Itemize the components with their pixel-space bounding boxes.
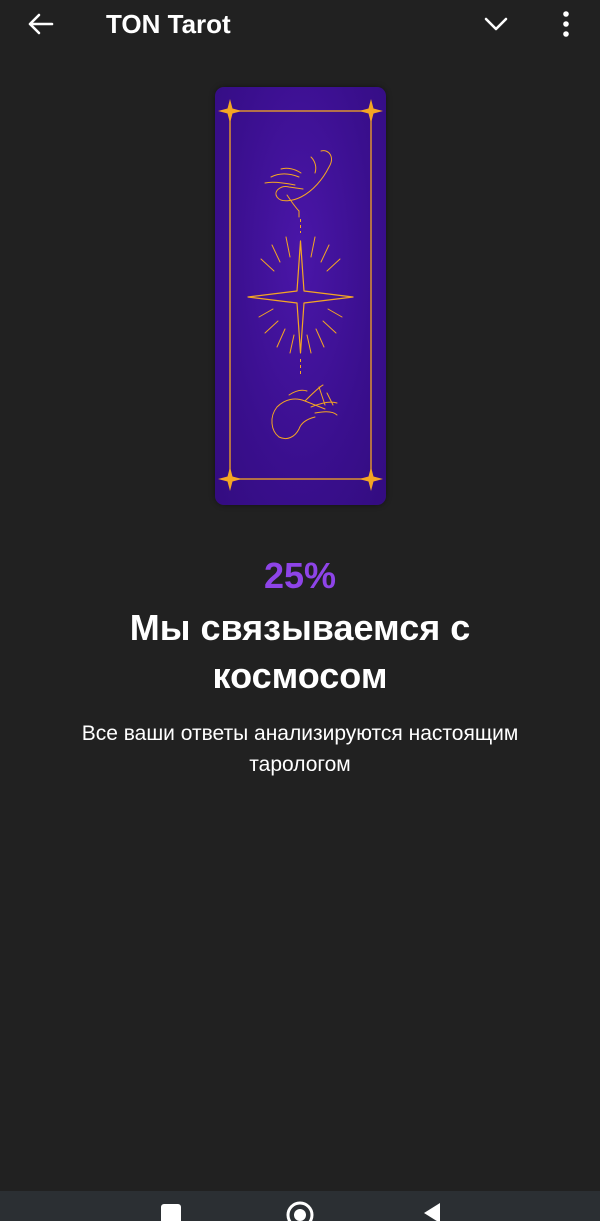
circle-home-icon bbox=[286, 1201, 314, 1221]
triangle-back-icon bbox=[424, 1203, 440, 1221]
recent-apps-button[interactable] bbox=[160, 1203, 182, 1221]
tarot-card-back-hands-star-icon bbox=[218, 99, 383, 491]
app-title: TON Tarot bbox=[106, 9, 231, 39]
collapse-button[interactable] bbox=[474, 6, 518, 42]
system-back-button[interactable] bbox=[420, 1201, 442, 1221]
app-bar: TON Tarot bbox=[0, 0, 600, 50]
progress-percent: 25% bbox=[263, 555, 337, 596]
system-navbar bbox=[0, 1191, 600, 1221]
headline: Мы связываемся с космосом bbox=[129, 607, 471, 696]
home-button[interactable] bbox=[285, 1200, 315, 1221]
screen: TON Tarot 25% Мы связываемся с космосом … bbox=[0, 0, 600, 1221]
arrow-left-icon bbox=[28, 13, 54, 35]
back-button[interactable] bbox=[18, 6, 62, 42]
more-options-button[interactable] bbox=[546, 4, 586, 44]
chevron-down-icon bbox=[484, 17, 508, 31]
more-vertical-icon bbox=[563, 11, 569, 37]
subtitle: Все ваши ответы анализируются настоящим … bbox=[81, 722, 519, 776]
tarot-card bbox=[215, 87, 386, 505]
square-recent-apps-icon bbox=[161, 1204, 181, 1221]
